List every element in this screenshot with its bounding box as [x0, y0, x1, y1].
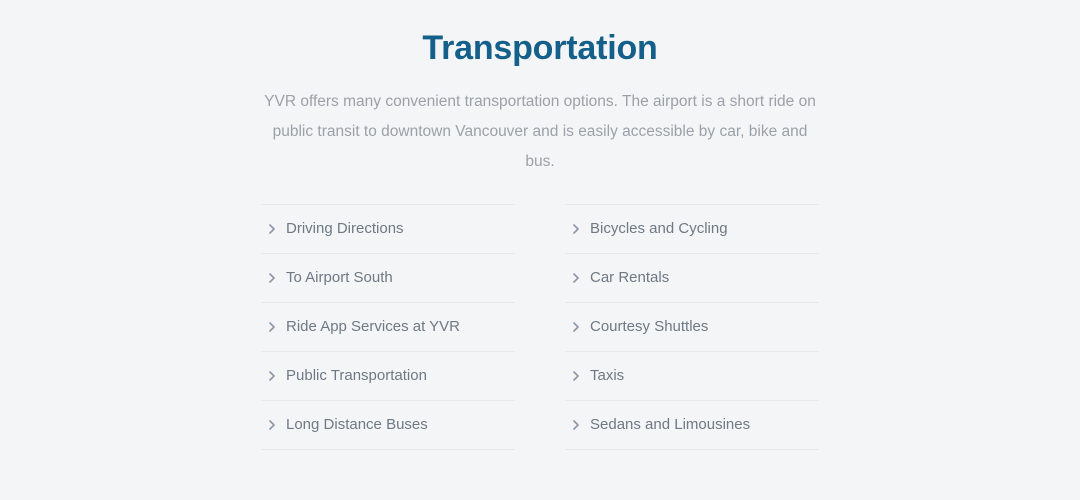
chevron-right-icon	[569, 224, 583, 234]
list-item[interactable]: Taxis	[565, 352, 819, 401]
list-item[interactable]: Bicycles and Cycling	[565, 205, 819, 254]
chevron-right-icon	[265, 322, 279, 332]
list-item-label: Long Distance Buses	[286, 416, 428, 433]
list-item-label: Bicycles and Cycling	[590, 220, 728, 237]
list-item-label: Ride App Services at YVR	[286, 318, 460, 335]
chevron-right-icon	[569, 371, 583, 381]
page-title: Transportation	[422, 29, 658, 67]
page-content: Transportation YVR offers many convenien…	[230, 0, 850, 450]
list-item[interactable]: To Airport South	[261, 254, 515, 303]
chevron-right-icon	[569, 420, 583, 430]
list-item[interactable]: Car Rentals	[565, 254, 819, 303]
list-item-label: Public Transportation	[286, 367, 427, 384]
list-item[interactable]: Long Distance Buses	[261, 401, 515, 450]
list-item-label: Driving Directions	[286, 220, 404, 237]
chevron-right-icon	[265, 371, 279, 381]
list-item-label: To Airport South	[286, 269, 393, 286]
chevron-right-icon	[265, 273, 279, 283]
list-item[interactable]: Public Transportation	[261, 352, 515, 401]
right-column: Bicycles and Cycling Car Rentals Courtes…	[565, 204, 819, 450]
list-item[interactable]: Ride App Services at YVR	[261, 303, 515, 352]
list-item-label: Courtesy Shuttles	[590, 318, 709, 335]
chevron-right-icon	[265, 224, 279, 234]
transportation-page: Transportation YVR offers many convenien…	[0, 0, 1080, 500]
list-item[interactable]: Driving Directions	[261, 205, 515, 254]
left-column: Driving Directions To Airport South Ride…	[261, 204, 515, 450]
list-item-label: Sedans and Limousines	[590, 416, 751, 433]
list-item-label: Taxis	[590, 367, 625, 384]
list-item[interactable]: Courtesy Shuttles	[565, 303, 819, 352]
link-columns: Driving Directions To Airport South Ride…	[261, 204, 819, 450]
chevron-right-icon	[569, 322, 583, 332]
list-item-label: Car Rentals	[590, 269, 670, 286]
chevron-right-icon	[569, 273, 583, 283]
intro-paragraph: YVR offers many convenient transportatio…	[264, 93, 816, 170]
chevron-right-icon	[265, 420, 279, 430]
list-item[interactable]: Sedans and Limousines	[565, 401, 819, 450]
